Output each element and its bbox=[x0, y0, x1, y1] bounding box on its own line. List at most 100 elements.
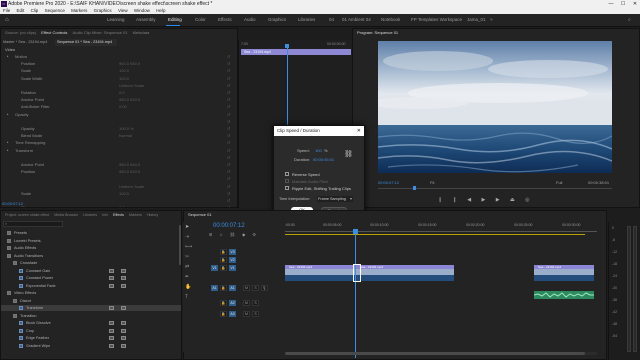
program-video-preview[interactable] bbox=[378, 41, 612, 173]
effects-item[interactable]: Transform bbox=[1, 305, 181, 311]
menu-edit[interactable]: Edit bbox=[17, 8, 25, 13]
workspace-effects[interactable]: Effects bbox=[218, 17, 232, 22]
reset-icon[interactable]: ↺ bbox=[227, 125, 230, 132]
reset-icon[interactable]: ↺ bbox=[227, 197, 230, 204]
track-label-a1[interactable]: A1 bbox=[229, 285, 236, 291]
effect-property-row[interactable]: ▸ Opacity ↺ bbox=[1, 111, 237, 118]
effect-property-row[interactable]: ▸ Time Remapping ↺ bbox=[1, 139, 237, 146]
mark-out-icon[interactable]: ❙ bbox=[453, 197, 457, 203]
reset-icon[interactable]: ↺ bbox=[227, 53, 230, 60]
effects-item[interactable]: Gradient Wipe bbox=[1, 343, 181, 349]
play-icon[interactable]: ▶ bbox=[481, 197, 485, 203]
time-interpolation-select[interactable]: Frame Sampling bbox=[317, 196, 353, 202]
reset-icon[interactable]: ↺ bbox=[227, 111, 230, 118]
effect-property-row[interactable]: Position 960.0 540.0 ↺ bbox=[1, 60, 237, 67]
workspace-assembly[interactable]: Assembly bbox=[136, 17, 156, 22]
effect-property-row[interactable]: Rotation 0.0 ↺ bbox=[1, 89, 237, 96]
reset-icon[interactable]: ↺ bbox=[227, 154, 230, 161]
effects-folder[interactable]: Transition bbox=[1, 313, 181, 319]
disclosure-triangle-icon[interactable]: ▸ bbox=[7, 147, 9, 154]
tab-media-browser[interactable]: Media Browser bbox=[54, 213, 78, 217]
program-playhead[interactable] bbox=[413, 186, 416, 190]
effects-item[interactable]: Block Dissolve bbox=[1, 320, 181, 326]
effect-property-row[interactable]: Uniform Scale ↺ bbox=[1, 82, 237, 89]
track-lock-icon[interactable]: 🔒 bbox=[220, 265, 227, 271]
track-label-v3[interactable]: V3 bbox=[229, 249, 236, 255]
solo-button[interactable]: S bbox=[252, 285, 259, 291]
tab-history[interactable]: History bbox=[147, 213, 158, 217]
effect-property-row[interactable]: Anchor Point 960.0 540.0 ↺ bbox=[1, 96, 237, 103]
export-frame-icon[interactable]: ◎ bbox=[525, 197, 529, 203]
reset-icon[interactable]: ↺ bbox=[227, 204, 230, 207]
maximize-button[interactable]: ☐ bbox=[617, 0, 629, 8]
timeline-scrollbar-thumb[interactable] bbox=[285, 352, 585, 355]
reset-icon[interactable]: ↺ bbox=[227, 60, 230, 67]
workspace-audio[interactable]: Audio bbox=[244, 17, 256, 22]
effect-property-row[interactable]: Position 960.0 540.0 ↺ bbox=[1, 168, 237, 175]
track-label-a2[interactable]: A2 bbox=[229, 300, 236, 306]
home-icon[interactable]: ⌂ bbox=[5, 17, 9, 23]
tab-project[interactable]: Project: screen shake effect bbox=[5, 213, 49, 217]
effects-item[interactable]: Constant Gain bbox=[1, 268, 181, 274]
workspace-graphics[interactable]: Graphics bbox=[268, 17, 286, 22]
maintain-pitch-checkbox[interactable] bbox=[285, 179, 289, 183]
effect-controls-timecode[interactable]: 00:00:07:12 bbox=[2, 201, 23, 206]
tab-metadata[interactable]: Metadata bbox=[133, 30, 150, 35]
effect-property-row[interactable]: Opacity 100.0 % ↺ bbox=[1, 125, 237, 132]
menu-graphics[interactable]: Graphics bbox=[94, 8, 112, 13]
reset-icon[interactable]: ↺ bbox=[227, 118, 230, 125]
track-lock-icon[interactable]: 🔒 bbox=[220, 249, 227, 255]
property-value[interactable]: 100.0 bbox=[119, 75, 129, 82]
quality-dropdown[interactable]: Full bbox=[556, 180, 562, 185]
tab-source[interactable]: Source: (no clips) bbox=[5, 30, 36, 35]
hand-tool-icon[interactable]: ✋ bbox=[185, 284, 191, 290]
property-value[interactable]: 960.0 540.0 bbox=[119, 96, 140, 103]
reset-icon[interactable]: ↺ bbox=[227, 168, 230, 175]
tab-info[interactable]: Info bbox=[102, 213, 108, 217]
tab-effects[interactable]: Effects bbox=[113, 213, 124, 217]
effect-property-row[interactable]: Scale 100.0 ↺ bbox=[1, 190, 237, 197]
tab-audio-clip-mixer[interactable]: Audio Clip Mixer: Sequence 01 bbox=[73, 30, 128, 35]
property-value[interactable]: 960.0 540.0 bbox=[119, 60, 140, 67]
property-value[interactable]: 960.0 540.0 bbox=[119, 168, 140, 175]
effects-scrollbar[interactable] bbox=[179, 225, 181, 265]
close-button[interactable]: ✕ bbox=[629, 0, 640, 8]
effect-property-row[interactable]: ↺ bbox=[1, 197, 237, 204]
menu-sequence[interactable]: Sequence bbox=[45, 8, 65, 13]
effects-item[interactable]: Exponential Fade bbox=[1, 283, 181, 289]
snap-icon[interactable]: ⊂ bbox=[219, 232, 222, 237]
effect-property-row[interactable]: ▸ Transform ↺ bbox=[1, 147, 237, 154]
selection-tool-icon[interactable]: ➤ bbox=[185, 224, 189, 230]
duration-input[interactable]: 00:00:45:01 bbox=[313, 157, 334, 162]
mute-button[interactable]: M bbox=[243, 285, 250, 291]
minimize-button[interactable]: — bbox=[605, 0, 617, 8]
menu-window[interactable]: Window bbox=[134, 8, 150, 13]
property-value[interactable]: Uniform Scale bbox=[119, 82, 144, 89]
menu-view[interactable]: View bbox=[118, 8, 128, 13]
effects-item[interactable]: Constant Power bbox=[1, 275, 181, 281]
property-value[interactable]: Uniform Scale bbox=[119, 183, 144, 190]
timeline-clip-video[interactable]: Sea - 23194.mp4 bbox=[285, 265, 355, 281]
menu-clip[interactable]: Clip bbox=[31, 8, 39, 13]
workspace-templates[interactable]: FP Templates Workspace bbox=[411, 17, 462, 22]
master-clip-label[interactable]: Master * Sea - 23194.mp4 bbox=[3, 39, 49, 46]
track-select-tool-icon[interactable]: ⇥ bbox=[185, 234, 189, 240]
effect-property-row[interactable]: Skew 0.0 ↺ bbox=[1, 204, 237, 207]
property-value[interactable]: 0.00 bbox=[119, 103, 127, 110]
property-value[interactable]: 100.0 % bbox=[119, 125, 134, 132]
track-lock-icon[interactable]: 🔒 bbox=[220, 300, 227, 306]
solo-button[interactable]: S bbox=[252, 300, 259, 306]
reset-icon[interactable]: ↺ bbox=[227, 147, 230, 154]
reset-icon[interactable]: ↺ bbox=[227, 175, 230, 182]
nest-icon[interactable]: ⊞ bbox=[209, 232, 212, 237]
step-back-icon[interactable]: ◀ bbox=[467, 197, 471, 203]
reverse-speed-checkbox[interactable] bbox=[285, 172, 289, 176]
tab-sequence-01[interactable]: Sequence 01 bbox=[188, 212, 212, 217]
solo-button[interactable]: S bbox=[252, 311, 259, 317]
effects-folder[interactable]: Crossfade bbox=[1, 260, 181, 266]
mute-button[interactable]: M bbox=[243, 300, 250, 306]
disclosure-triangle-icon[interactable]: ▸ bbox=[7, 111, 9, 118]
timeline-clip-video[interactable]: Sea - 23194.mp4 bbox=[534, 265, 594, 281]
track-lock-icon[interactable]: 🔒 bbox=[220, 311, 227, 317]
tab-effect-controls[interactable]: Effect Controls bbox=[41, 30, 67, 35]
